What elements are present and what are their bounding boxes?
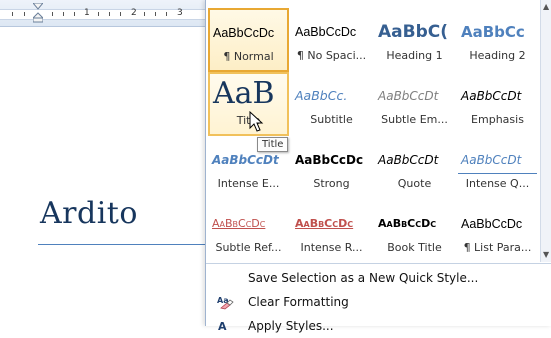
style-label: Subtitle: [310, 113, 353, 126]
apply-styles-menu-item[interactable]: A Apply Styles...: [206, 316, 540, 338]
style-label: Strong: [313, 177, 350, 190]
apply-styles-icon: A: [218, 320, 227, 333]
style-label: Intense R...: [300, 241, 363, 254]
ruler-tick: [109, 12, 110, 16]
scroll-down-icon[interactable]: ▼: [543, 250, 549, 259]
scroll-up-icon[interactable]: ▲: [543, 2, 549, 11]
menu-item-label: Apply Styles...: [248, 319, 334, 333]
style-label: Emphasis: [471, 113, 524, 126]
document-area[interactable]: 1 2 3 Ardito: [0, 0, 210, 326]
style-label: Heading 2: [469, 49, 526, 62]
heading-underline: [38, 244, 210, 245]
ruler-tick: [144, 12, 145, 16]
save-selection-menu-item[interactable]: Save Selection as a New Quick Style...: [206, 268, 540, 290]
style-label: Intense E...: [217, 177, 280, 190]
style-preview: AaBbCcDc: [461, 217, 523, 231]
clear-formatting-icon: Aa: [217, 296, 234, 310]
ruler-number: 1: [84, 8, 90, 18]
style-label: Subtle Ref...: [215, 241, 282, 254]
ruler-number: 3: [177, 8, 183, 18]
menu-separator: [206, 263, 551, 264]
style-label: ¶ No Spaci...: [296, 49, 367, 62]
document-heading[interactable]: Ardito: [40, 196, 138, 231]
ruler-tick: [63, 12, 64, 16]
style-label: Quote: [397, 177, 432, 190]
style-normal[interactable]: AaBbCcDc ¶ Normal: [208, 8, 289, 72]
style-heading-1[interactable]: AaBbC( Heading 1: [374, 8, 455, 72]
style-preview: AaBbCcDt: [378, 153, 439, 167]
style-book-title[interactable]: AaBbCcDc Book Title: [374, 200, 455, 264]
style-heading-2[interactable]: AaBbCc Heading 2: [457, 8, 538, 72]
ruler-tick: [98, 12, 99, 16]
style-quote[interactable]: AaBbCcDt Quote: [374, 136, 455, 200]
menu-item-label: Clear Formatting: [248, 295, 349, 309]
style-preview: AaBbCcDc: [295, 25, 357, 39]
style-tooltip: Title: [257, 137, 289, 152]
style-preview: AaBbCc.: [295, 88, 348, 103]
ruler[interactable]: 1 2 3: [0, 0, 210, 27]
style-label: Intense Q...: [465, 177, 530, 190]
style-intense-reference[interactable]: AaBbCcDc Intense R...: [291, 200, 372, 264]
ruler-tick: [12, 12, 13, 16]
style-intense-quote[interactable]: AaBbCcDt Intense Q...: [457, 136, 538, 200]
style-label: ¶ List Para...: [463, 241, 532, 254]
ruler-tick: [74, 12, 75, 16]
style-preview: AaBbCc: [461, 23, 525, 41]
style-preview: AaBbCcDt: [378, 89, 439, 103]
style-preview: AaBbCcDc: [378, 217, 437, 230]
style-preview: AaBbCcDt: [458, 147, 537, 174]
mouse-pointer-icon: [249, 111, 264, 132]
menu-item-label: Save Selection as a New Quick Style...: [248, 271, 479, 285]
ruler-tick: [120, 12, 121, 16]
ruler-tick: [24, 12, 25, 16]
quick-styles-gallery: AaBbCcDc ¶ Normal AaBbCcDc ¶ No Spaci...…: [205, 0, 551, 333]
style-subtle-reference[interactable]: AaBbCcDc Subtle Ref...: [208, 200, 289, 264]
ruler-tick: [155, 12, 156, 16]
style-subtitle[interactable]: AaBbCc. Subtitle: [291, 72, 372, 136]
ruler-tick: [52, 12, 53, 16]
style-preview: AaBbCcDt: [461, 89, 522, 103]
style-list-paragraph[interactable]: AaBbCcDc ¶ List Para...: [457, 200, 538, 264]
svg-text:A: A: [218, 320, 227, 333]
style-strong[interactable]: AaBbCcDc Strong: [291, 136, 372, 200]
clear-formatting-menu-item[interactable]: Aa Clear Formatting: [206, 292, 540, 314]
style-preview: AaBbCcDc: [295, 217, 354, 230]
style-preview: AaB: [213, 78, 275, 110]
style-label: Book Title: [387, 241, 442, 254]
style-label: ¶ Normal: [223, 50, 274, 63]
ruler-number: 2: [131, 8, 137, 18]
ruler-tick: [166, 12, 167, 16]
style-preview: AaBbCcDc: [212, 217, 266, 230]
style-preview: AaBbCcDc: [213, 26, 275, 40]
indent-marker-icon[interactable]: [33, 3, 43, 23]
style-preview: AaBbCcDc: [295, 153, 364, 167]
style-no-spacing[interactable]: AaBbCcDc ¶ No Spaci...: [291, 8, 372, 72]
style-label: Heading 1: [386, 49, 443, 62]
style-preview: AaBbC(: [378, 22, 449, 42]
style-label: Subtle Em...: [381, 113, 448, 126]
style-subtle-emphasis[interactable]: AaBbCcDt Subtle Em...: [374, 72, 455, 136]
gallery-scrollbar[interactable]: ▲ ▼: [540, 0, 551, 262]
style-emphasis[interactable]: AaBbCcDt Emphasis: [457, 72, 538, 136]
